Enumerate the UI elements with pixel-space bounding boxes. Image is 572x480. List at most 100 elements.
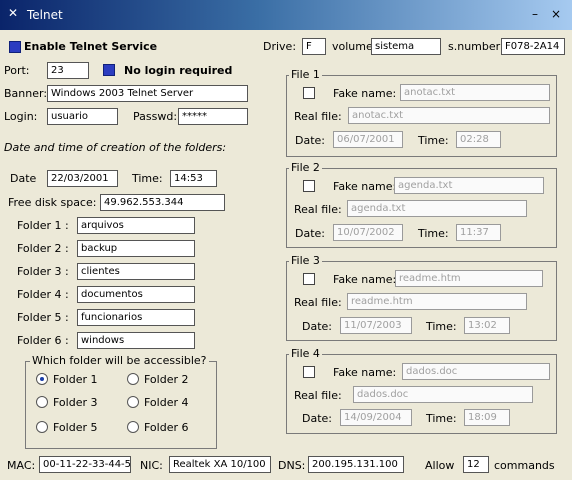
creation-time-label: Time: <box>132 172 163 185</box>
file-3-time-field[interactable]: 13:02 <box>464 317 510 334</box>
nic-label: NIC: <box>140 459 163 472</box>
accessible-folder-group: Which folder will be accessible? Folder … <box>25 354 217 449</box>
file-1-fake-field[interactable]: anotac.txt <box>400 84 550 101</box>
file-4-real-label: Real file: <box>294 389 342 402</box>
folder-4-radio[interactable] <box>127 396 139 408</box>
folder-6-radio[interactable] <box>127 421 139 433</box>
telnet-window: ✕ Telnet – × Enable Telnet Service Drive… <box>0 0 572 480</box>
folder-5-radio[interactable] <box>36 421 48 433</box>
folder-6-label: Folder 6 : <box>17 334 69 347</box>
file-2-real-field[interactable]: agenda.txt <box>347 200 527 217</box>
file-4-date-field[interactable]: 14/09/2004 <box>340 409 412 426</box>
folder-5-field[interactable]: funcionarios <box>77 309 195 326</box>
file-4-checkbox[interactable] <box>303 366 315 378</box>
commands-label: commands <box>494 459 555 472</box>
file-2-date-label: Date: <box>295 227 325 240</box>
disk-field[interactable]: 49.962.553.344 <box>100 194 225 211</box>
volume-field[interactable]: sistema <box>371 38 441 55</box>
accessible-folder-legend: Which folder will be accessible? <box>30 354 209 367</box>
window-title: Telnet <box>27 8 63 22</box>
port-label: Port: <box>4 64 30 77</box>
file-3-date-field[interactable]: 11/07/2003 <box>340 317 412 334</box>
folder-3-radio[interactable] <box>36 396 48 408</box>
no-login-checkbox[interactable] <box>103 64 115 76</box>
file-2-date-field[interactable]: 10/07/2002 <box>333 224 403 241</box>
file-4-title: File 4 <box>289 347 322 360</box>
file-3-date-label: Date: <box>302 320 332 333</box>
file-1-real-label: Real file: <box>294 110 342 123</box>
login-field[interactable]: usuario <box>47 108 118 125</box>
folder-3-radio-label: Folder 3 <box>53 396 98 409</box>
folder-2-radio-label: Folder 2 <box>144 373 189 386</box>
no-login-label: No login required <box>124 64 233 77</box>
file-3-group: File 3 Fake name: readme.htm Real file: … <box>286 254 557 341</box>
allow-field[interactable]: 12 <box>463 456 489 473</box>
file-1-real-field[interactable]: anotac.txt <box>348 107 550 124</box>
file-1-time-label: Time: <box>418 134 449 147</box>
creation-date-field[interactable]: 22/03/2001 <box>47 170 118 187</box>
banner-field[interactable]: Windows 2003 Telnet Server <box>47 85 248 102</box>
file-4-real-field[interactable]: dados.doc <box>353 386 533 403</box>
title-bar[interactable]: ✕ Telnet – × <box>0 0 572 30</box>
enable-telnet-label: Enable Telnet Service <box>24 40 158 53</box>
folder-3-label: Folder 3 : <box>17 265 69 278</box>
file-3-fake-field[interactable]: readme.htm <box>395 270 543 287</box>
mac-label: MAC: <box>7 459 36 472</box>
file-1-date-field[interactable]: 06/07/2001 <box>333 131 403 148</box>
file-3-checkbox[interactable] <box>303 273 315 285</box>
folder-4-field[interactable]: documentos <box>77 286 195 303</box>
file-4-fake-label: Fake name: <box>333 366 397 379</box>
file-1-fake-label: Fake name: <box>333 87 397 100</box>
banner-label: Banner: <box>4 87 48 100</box>
login-label: Login: <box>4 110 38 123</box>
telnet-icon: ✕ <box>8 6 19 20</box>
folder-5-radio-label: Folder 5 <box>53 421 98 434</box>
folder-2-field[interactable]: backup <box>77 240 195 257</box>
creation-heading: Date and time of creation of the folders… <box>4 141 227 154</box>
close-button[interactable]: × <box>549 7 563 21</box>
file-1-date-label: Date: <box>295 134 325 147</box>
enable-telnet-checkbox[interactable] <box>9 41 21 53</box>
volume-label: volume: <box>332 40 377 53</box>
folder-6-radio-label: Folder 6 <box>144 421 189 434</box>
file-2-group: File 2 Fake name: agenda.txt Real file: … <box>286 161 557 248</box>
folder-2-label: Folder 2 : <box>17 242 69 255</box>
passwd-field[interactable]: ***** <box>178 108 248 125</box>
allow-label: Allow <box>425 459 455 472</box>
creation-date-label: Date <box>10 172 37 185</box>
file-2-fake-field[interactable]: agenda.txt <box>394 177 544 194</box>
file-1-checkbox[interactable] <box>303 87 315 99</box>
port-field[interactable]: 23 <box>47 62 89 79</box>
folder-1-radio[interactable] <box>36 373 48 385</box>
folder-1-label: Folder 1 : <box>17 219 69 232</box>
dns-field[interactable]: 200.195.131.100 <box>308 456 404 473</box>
file-2-real-label: Real file: <box>294 203 342 216</box>
disk-label: Free disk space: <box>8 196 97 209</box>
folder-1-radio-label: Folder 1 <box>53 373 98 386</box>
folder-2-radio[interactable] <box>127 373 139 385</box>
minimize-button[interactable]: – <box>528 7 542 21</box>
folder-5-label: Folder 5 : <box>17 311 69 324</box>
file-1-time-field[interactable]: 02:28 <box>456 131 501 148</box>
file-3-fake-label: Fake name: <box>333 273 397 286</box>
file-4-fake-field[interactable]: dados.doc <box>402 363 550 380</box>
folder-1-field[interactable]: arquivos <box>77 217 195 234</box>
file-1-group: File 1 Fake name: anotac.txt Real file: … <box>286 68 557 157</box>
snumber-field[interactable]: F078-2A14 <box>501 38 565 55</box>
file-2-time-field[interactable]: 11:37 <box>456 224 501 241</box>
folder-6-field[interactable]: windows <box>77 332 195 349</box>
folder-4-radio-label: Folder 4 <box>144 396 189 409</box>
nic-field[interactable]: Realtek XA 10/100 <box>169 456 271 473</box>
snumber-label: s.number: <box>448 40 504 53</box>
mac-field[interactable]: 00-11-22-33-44-55 <box>39 456 131 473</box>
file-2-checkbox[interactable] <box>303 180 315 192</box>
file-3-title: File 3 <box>289 254 322 267</box>
drive-label: Drive: <box>263 40 297 53</box>
folder-3-field[interactable]: clientes <box>77 263 195 280</box>
file-4-group: File 4 Fake name: dados.doc Real file: d… <box>286 347 557 434</box>
drive-field[interactable]: F <box>302 38 326 55</box>
file-4-time-field[interactable]: 18:09 <box>464 409 510 426</box>
creation-time-field[interactable]: 14:53 <box>170 170 217 187</box>
file-3-real-field[interactable]: readme.htm <box>347 293 527 310</box>
file-1-title: File 1 <box>289 68 322 81</box>
